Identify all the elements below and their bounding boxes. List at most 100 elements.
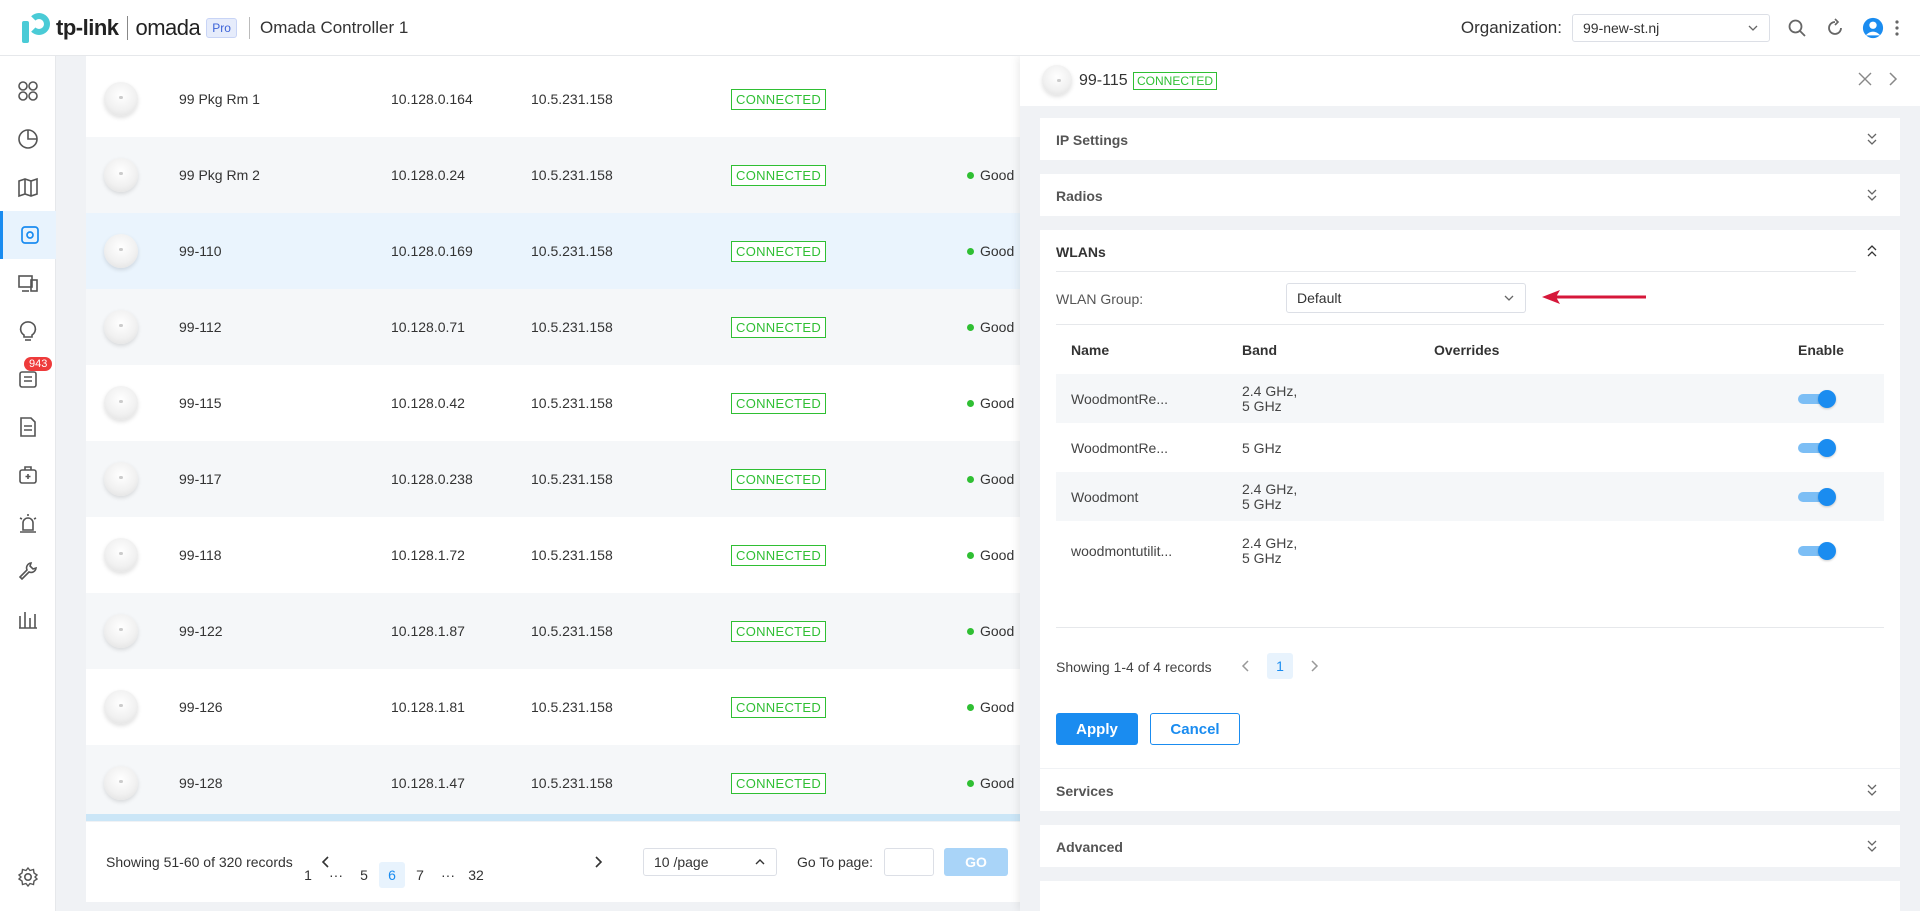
tp-link-logo-icon — [18, 11, 52, 45]
sidebar-item-alerts[interactable] — [0, 499, 56, 547]
table-row[interactable]: 99-122 10.128.1.87 10.5.231.158 CONNECTED Go… — [86, 593, 1020, 669]
ap-device-icon — [104, 538, 138, 572]
device-name[interactable]: 99-126 — [179, 699, 223, 715]
double-chevron-up-icon[interactable] — [1866, 244, 1878, 263]
apply-button[interactable]: Apply — [1056, 713, 1138, 745]
wlan-enable-toggle[interactable] — [1798, 487, 1838, 506]
ap-device-icon — [104, 82, 138, 116]
wlan-enable-toggle[interactable] — [1798, 541, 1838, 560]
device-name[interactable]: 99-128 — [179, 775, 223, 791]
health-label: Good — [980, 471, 1015, 487]
ap-device-icon — [104, 614, 138, 648]
refresh-icon[interactable] — [1824, 17, 1846, 39]
device-name[interactable]: 99 Pkg Rm 1 — [179, 91, 260, 107]
section-title-services: Services — [1056, 783, 1114, 799]
wlan-row: Woodmont 2.4 GHz, 5 GHz — [1056, 472, 1884, 521]
table-row[interactable]: 99 Pkg Rm 2 10.128.0.24 10.5.231.158 CONNEC… — [86, 137, 1020, 213]
search-icon[interactable] — [1786, 17, 1808, 39]
wlan-group-select[interactable]: Default — [1286, 283, 1526, 313]
page-size-select[interactable]: 10 /page — [643, 848, 777, 876]
table-row[interactable]: 99-117 10.128.0.238 10.5.231.158 CONNECTED G… — [86, 441, 1020, 517]
horizontal-scrollbar[interactable] — [86, 814, 1020, 821]
sidebar-item-tools[interactable] — [0, 451, 56, 499]
sidebar-item-settings[interactable] — [0, 853, 56, 901]
sidebar-item-clients[interactable] — [0, 259, 56, 307]
dashboard-icon — [18, 81, 38, 101]
section-advanced[interactable]: Advanced — [1040, 825, 1900, 867]
sidebar-item-logs[interactable]: 943 — [0, 355, 56, 403]
tp-link-logo[interactable]: tp-link omada Pro — [18, 11, 237, 45]
go-button[interactable]: GO — [944, 848, 1008, 876]
next-page-button[interactable] — [585, 849, 611, 875]
page-size-value: 10 /page — [654, 854, 709, 870]
brand-name: tp-link — [56, 14, 119, 40]
pager-page[interactable]: 7 — [407, 862, 433, 888]
section-title-wlans[interactable]: WLANs — [1056, 244, 1106, 260]
health-status: Good — [967, 395, 1014, 411]
chevron-right-icon[interactable] — [1887, 71, 1899, 92]
document-icon — [20, 417, 36, 437]
section-ip-settings[interactable]: IP Settings — [1040, 118, 1900, 160]
wlan-page-1[interactable]: 1 — [1267, 653, 1293, 679]
sidebar-item-reports[interactable] — [0, 403, 56, 451]
pager-page[interactable]: 32 — [463, 862, 489, 888]
wlan-table-header: Name Band Overrides Enable — [1056, 324, 1884, 374]
wlan-enable-toggle[interactable] — [1798, 389, 1838, 408]
table-row[interactable]: 99-126 10.128.1.81 10.5.231.158 CONNECTED Go… — [86, 669, 1020, 745]
pager-page[interactable]: 5 — [351, 862, 377, 888]
organization-select[interactable]: 99-new-st.nj — [1572, 13, 1770, 42]
alerts-count-badge: 943 — [24, 357, 53, 371]
pager-ellipsis[interactable]: ··· — [323, 862, 349, 888]
table-row[interactable]: 99-128 10.128.1.47 10.5.231.158 CONNECTED Go… — [86, 745, 1020, 821]
sidebar-item-analytics[interactable] — [0, 595, 56, 643]
device-name[interactable]: 99 Pkg Rm 2 — [179, 167, 260, 183]
col-header-overrides[interactable]: Overrides — [1434, 342, 1499, 358]
sidebar-item-insights[interactable] — [0, 307, 56, 355]
table-row[interactable]: 99 Pkg Rm 1 10.128.0.164 10.5.231.158 CONNE… — [86, 61, 1020, 137]
device-name[interactable]: 99-122 — [179, 623, 223, 639]
close-icon[interactable] — [1857, 71, 1873, 92]
pager-page[interactable]: 1 — [295, 862, 321, 888]
device-name[interactable]: 99-112 — [179, 319, 222, 335]
wlan-next-page-button[interactable] — [1301, 653, 1327, 679]
health-label: Good — [980, 775, 1015, 791]
chevron-down-icon — [1504, 295, 1514, 301]
health-label: Good — [980, 243, 1015, 259]
health-dot-icon — [967, 627, 974, 635]
sidebar-item-statistics[interactable] — [0, 115, 56, 163]
wlan-band-line1: 2.4 GHz, — [1242, 534, 1298, 551]
col-header-band[interactable]: Band — [1242, 342, 1277, 358]
pager-ellipsis[interactable]: ··· — [435, 862, 461, 888]
controller-name[interactable]: Omada Controller 1 — [260, 18, 408, 38]
device-name[interactable]: 99-110 — [179, 243, 222, 259]
wlan-group-label: WLAN Group: — [1056, 291, 1144, 307]
more-vertical-icon[interactable] — [1892, 17, 1902, 39]
table-row[interactable]: 99-112 10.128.0.71 10.5.231.158 CONNECTED Go… — [86, 289, 1020, 365]
col-header-name[interactable]: Name — [1071, 342, 1109, 358]
wlan-name: woodmontutilit... — [1071, 542, 1173, 559]
device-public-ip: 10.5.231.158 — [531, 699, 613, 715]
sidebar-item-map[interactable] — [0, 163, 56, 211]
sidebar-item-maintenance[interactable] — [0, 547, 56, 595]
wlan-band-line2: 5 GHz — [1242, 549, 1282, 566]
col-header-enable[interactable]: Enable — [1798, 342, 1844, 358]
pager-page[interactable]: 6 — [379, 862, 405, 888]
sidebar-item-dashboard[interactable] — [0, 67, 56, 115]
device-name[interactable]: 99-118 — [179, 547, 222, 563]
table-row[interactable]: 99-110 10.128.0.169 10.5.231.158 CONNECTED G… — [86, 213, 1020, 289]
wlan-prev-page-button[interactable] — [1233, 653, 1259, 679]
table-row[interactable]: 99-118 10.128.1.72 10.5.231.158 CONNECTED Go… — [86, 517, 1020, 593]
goto-page-input[interactable] — [884, 848, 934, 876]
user-avatar-icon[interactable] — [1862, 17, 1884, 39]
pie-chart-icon — [18, 129, 38, 149]
wlan-band-line1: 2.4 GHz, — [1242, 480, 1298, 497]
table-row[interactable]: 99-115 10.128.0.42 10.5.231.158 CONNECTED Go… — [86, 365, 1020, 441]
wlan-enable-toggle[interactable] — [1798, 438, 1838, 457]
sidebar-item-devices[interactable] — [0, 211, 56, 259]
section-services[interactable]: Services — [1040, 769, 1900, 811]
section-radios[interactable]: Radios — [1040, 174, 1900, 216]
device-name[interactable]: 99-117 — [179, 471, 222, 487]
top-header: tp-link omada Pro Omada Controller 1 Org… — [0, 0, 1920, 56]
device-name[interactable]: 99-115 — [179, 395, 222, 411]
cancel-button[interactable]: Cancel — [1150, 713, 1240, 745]
